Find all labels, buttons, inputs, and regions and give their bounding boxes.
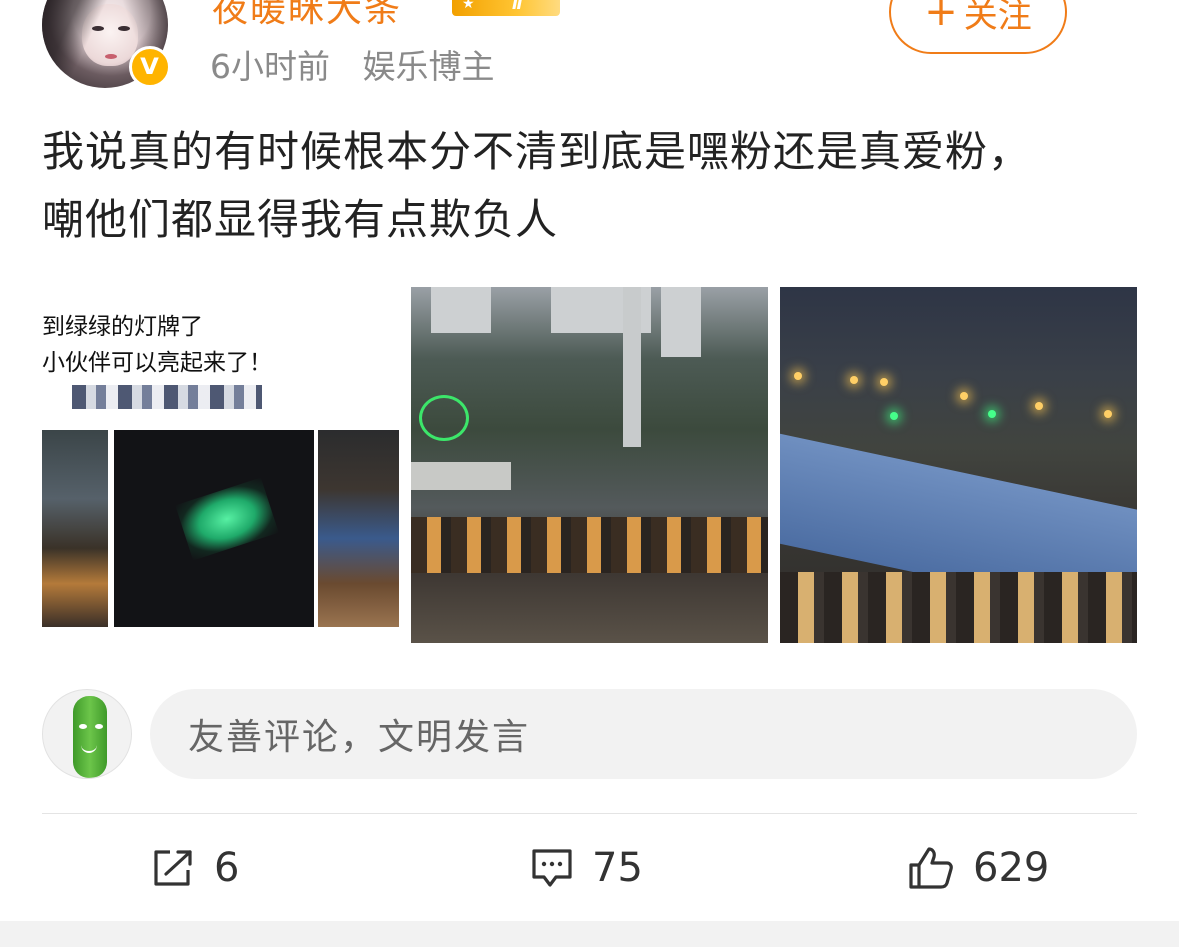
star-icon: ★ <box>462 0 475 12</box>
lit-windows <box>780 572 1137 643</box>
level-number: Ⅱ <box>512 0 523 13</box>
comment-button[interactable]: 75 <box>530 838 643 898</box>
blurred-text <box>72 385 262 409</box>
light <box>1035 402 1043 410</box>
green-light <box>890 412 898 420</box>
light <box>850 376 858 384</box>
tower <box>623 287 641 447</box>
share-count: 6 <box>214 845 240 891</box>
post-text: 我说真的有时候根本分不清到底是嘿粉还是真爱粉，嘲他们都显得我有点欺负人 <box>42 127 1032 244</box>
follow-button[interactable]: + 关注 <box>889 0 1067 54</box>
weibo-post-page: V 夜暖眯大条 ★ Ⅱ 6小时前 娱乐博主 + 关注 我说真的有时候根本分不清到… <box>0 0 1179 947</box>
cucumber-avatar <box>73 696 107 778</box>
building <box>431 287 491 333</box>
like-button[interactable]: 629 <box>907 838 1049 898</box>
level-badge: ★ Ⅱ <box>452 0 560 16</box>
author-name[interactable]: 夜暖眯大条 <box>212 0 402 32</box>
post-meta: 6小时前 娱乐博主 <box>210 40 495 88</box>
roof <box>411 462 511 490</box>
comment-input[interactable]: 友善评论，文明发言 <box>150 689 1137 779</box>
share-icon <box>154 850 192 886</box>
author-tag: 娱乐博主 <box>362 47 495 86</box>
post-image-1[interactable]: 到绿绿的灯牌了 小伙伴可以亮起来了！ <box>42 287 399 627</box>
divider <box>42 813 1137 814</box>
image-caption-line1: 到绿绿的灯牌了 <box>42 314 203 340</box>
building <box>661 287 701 357</box>
light <box>1104 410 1112 418</box>
image-caption-line2: 小伙伴可以亮起来了！ <box>42 350 272 376</box>
image-strip-left <box>42 430 108 627</box>
comment-icon <box>532 849 572 887</box>
post-image-2[interactable] <box>411 287 768 643</box>
lit-windows <box>411 517 768 573</box>
light <box>880 378 888 386</box>
follow-label: 关注 <box>963 0 1032 36</box>
avatar-eye <box>79 724 87 729</box>
comment-count: 75 <box>592 845 643 891</box>
light <box>794 372 802 380</box>
thumbs-up-icon <box>909 847 953 889</box>
verified-badge-icon: V <box>129 46 171 88</box>
plus-icon: + <box>924 0 958 35</box>
like-count: 629 <box>973 845 1050 891</box>
green-light <box>988 410 996 418</box>
green-circle-mark <box>419 395 469 441</box>
post-time: 6小时前 <box>210 47 330 86</box>
bottom-bar <box>0 921 1179 947</box>
share-button[interactable]: 6 <box>152 838 239 898</box>
light <box>960 392 968 400</box>
my-avatar[interactable] <box>42 689 132 779</box>
image-strip-right <box>318 430 399 627</box>
comment-placeholder: 友善评论，文明发言 <box>188 717 531 758</box>
lights-row <box>780 372 1137 420</box>
post-image-3[interactable] <box>780 287 1137 643</box>
avatar-eye <box>95 724 103 729</box>
